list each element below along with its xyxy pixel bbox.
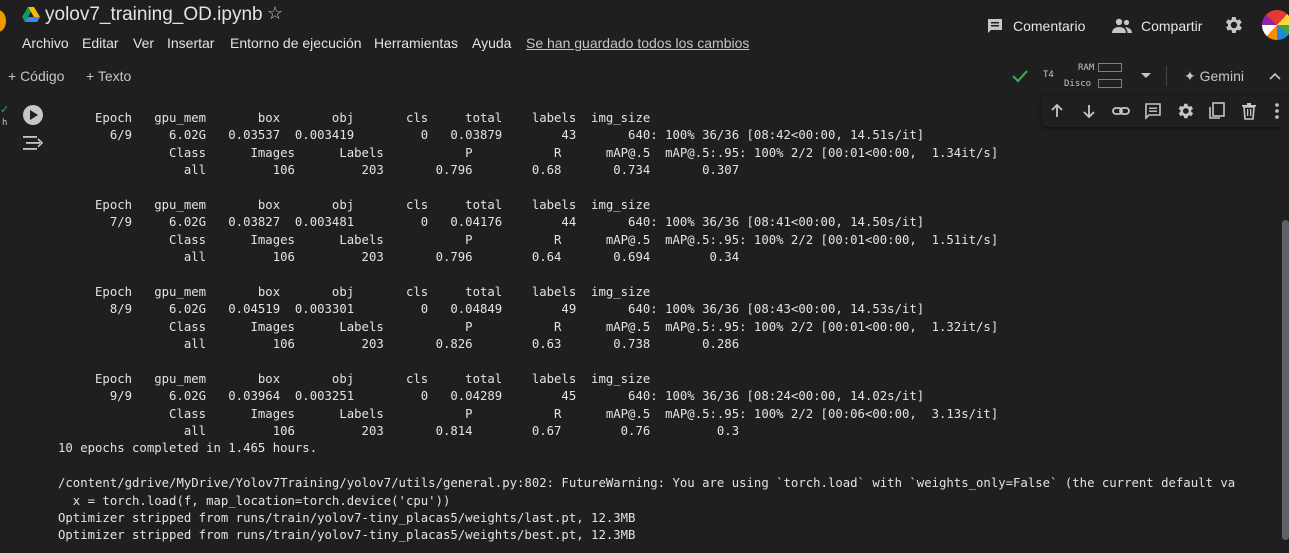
output-line: Epoch gpu_mem box obj cls total labels i… — [58, 197, 651, 212]
output-line: Optimizer stripped from runs/train/yolov… — [58, 528, 636, 543]
output-line: x = torch.load(f, map_location=torch.dev… — [58, 493, 451, 508]
comment-button[interactable]: Comentario — [986, 14, 1085, 38]
output-line: 7/9 6.02G 0.03827 0.003481 0 0.04176 44 … — [58, 215, 925, 230]
avatar[interactable] — [1262, 10, 1289, 40]
trash-icon[interactable] — [1239, 101, 1259, 121]
output-line: Epoch gpu_mem box obj cls total labels i… — [58, 284, 651, 299]
check-icon — [1012, 70, 1028, 83]
chevron-down-icon[interactable] — [1140, 72, 1152, 80]
google-drive-logo — [22, 7, 40, 22]
output-line: Class Images Labels P R mAP@.5 mAP@.5:.9… — [58, 145, 999, 160]
scrollbar-thumb[interactable] — [1282, 220, 1289, 540]
output-options-icon[interactable] — [22, 134, 44, 152]
menu-edit[interactable]: Editar — [82, 35, 119, 51]
toolbar-divider — [1166, 66, 1167, 86]
output-line: 8/9 6.02G 0.04519 0.003301 0 0.04849 49 … — [58, 302, 925, 317]
cell-status-short: h — [2, 118, 8, 128]
output-line: all 106 203 0.814 0.67 0.76 0.3 — [58, 424, 740, 439]
output-line: Class Images Labels P R mAP@.5 mAP@.5:.9… — [58, 232, 999, 247]
run-cell-button[interactable] — [23, 105, 43, 125]
ram-usage-bar — [1098, 63, 1122, 72]
share-button[interactable]: Compartir — [1112, 14, 1202, 38]
output-line: 9/9 6.02G 0.03964 0.003251 0 0.04289 45 … — [58, 389, 925, 404]
share-label: Compartir — [1141, 18, 1203, 34]
output-line: 6/9 6.02G 0.03537 0.003419 0 0.03879 43 … — [58, 128, 925, 143]
output-line: Class Images Labels P R mAP@.5 mAP@.5:.9… — [58, 319, 999, 334]
gear-icon[interactable] — [1222, 14, 1244, 36]
disk-label: Disco — [1064, 79, 1092, 89]
menu-file[interactable]: Archivo — [22, 35, 69, 51]
menu-tools[interactable]: Herramientas — [374, 35, 458, 51]
menu-insert[interactable]: Insertar — [167, 35, 214, 51]
comment-label: Comentario — [1013, 18, 1086, 34]
gemini-button[interactable]: ✦ Gemini — [1184, 68, 1244, 85]
cell-status-check: ✓ — [0, 104, 10, 116]
output-line: all 106 203 0.796 0.64 0.694 0.34 — [58, 250, 740, 265]
output-line: all 106 203 0.826 0.63 0.738 0.286 — [58, 337, 740, 352]
output-line: Class Images Labels P R mAP@.5 mAP@.5:.9… — [58, 406, 999, 421]
output-line: all 106 203 0.796 0.68 0.734 0.307 — [58, 163, 740, 178]
menu-help[interactable]: Ayuda — [472, 35, 511, 51]
ram-label: RAM — [1078, 63, 1095, 73]
output-line: Epoch gpu_mem box obj cls total labels i… — [58, 371, 651, 386]
runtime-type[interactable]: T4 — [1043, 70, 1054, 80]
output-line: Optimizer stripped from runs/train/yolov… — [58, 510, 636, 525]
sparkle-icon: ✦ — [1184, 68, 1200, 84]
star-outline-icon[interactable]: ☆ — [267, 3, 283, 24]
output-line: 10 epochs completed in 1.465 hours. — [58, 441, 318, 456]
output-line: Epoch gpu_mem box obj cls total labels i… — [58, 111, 651, 125]
menu-runtime[interactable]: Entorno de ejecución — [230, 35, 362, 51]
save-status-link[interactable]: Se han guardado todos los cambios — [526, 35, 749, 51]
add-code-button[interactable]: + Código — [8, 68, 64, 84]
people-icon — [1112, 18, 1132, 33]
disk-usage-bar — [1098, 79, 1122, 88]
top-bar: yolov7_training_OD.ipynb ☆ Archivo Edita… — [0, 0, 1289, 60]
output-line: /content/gdrive/MyDrive/Yolov7Training/y… — [58, 476, 1236, 491]
cell-output: Epoch gpu_mem box obj cls total labels i… — [58, 110, 1235, 545]
add-text-button[interactable]: + Texto — [86, 68, 131, 84]
notebook-title[interactable]: yolov7_training_OD.ipynb — [45, 4, 263, 26]
colab-logo[interactable] — [0, 10, 6, 32]
gemini-label: Gemini — [1199, 68, 1244, 84]
comment-icon — [988, 19, 1002, 33]
menu-view[interactable]: Ver — [133, 35, 154, 51]
collapse-icon[interactable] — [1268, 69, 1282, 83]
